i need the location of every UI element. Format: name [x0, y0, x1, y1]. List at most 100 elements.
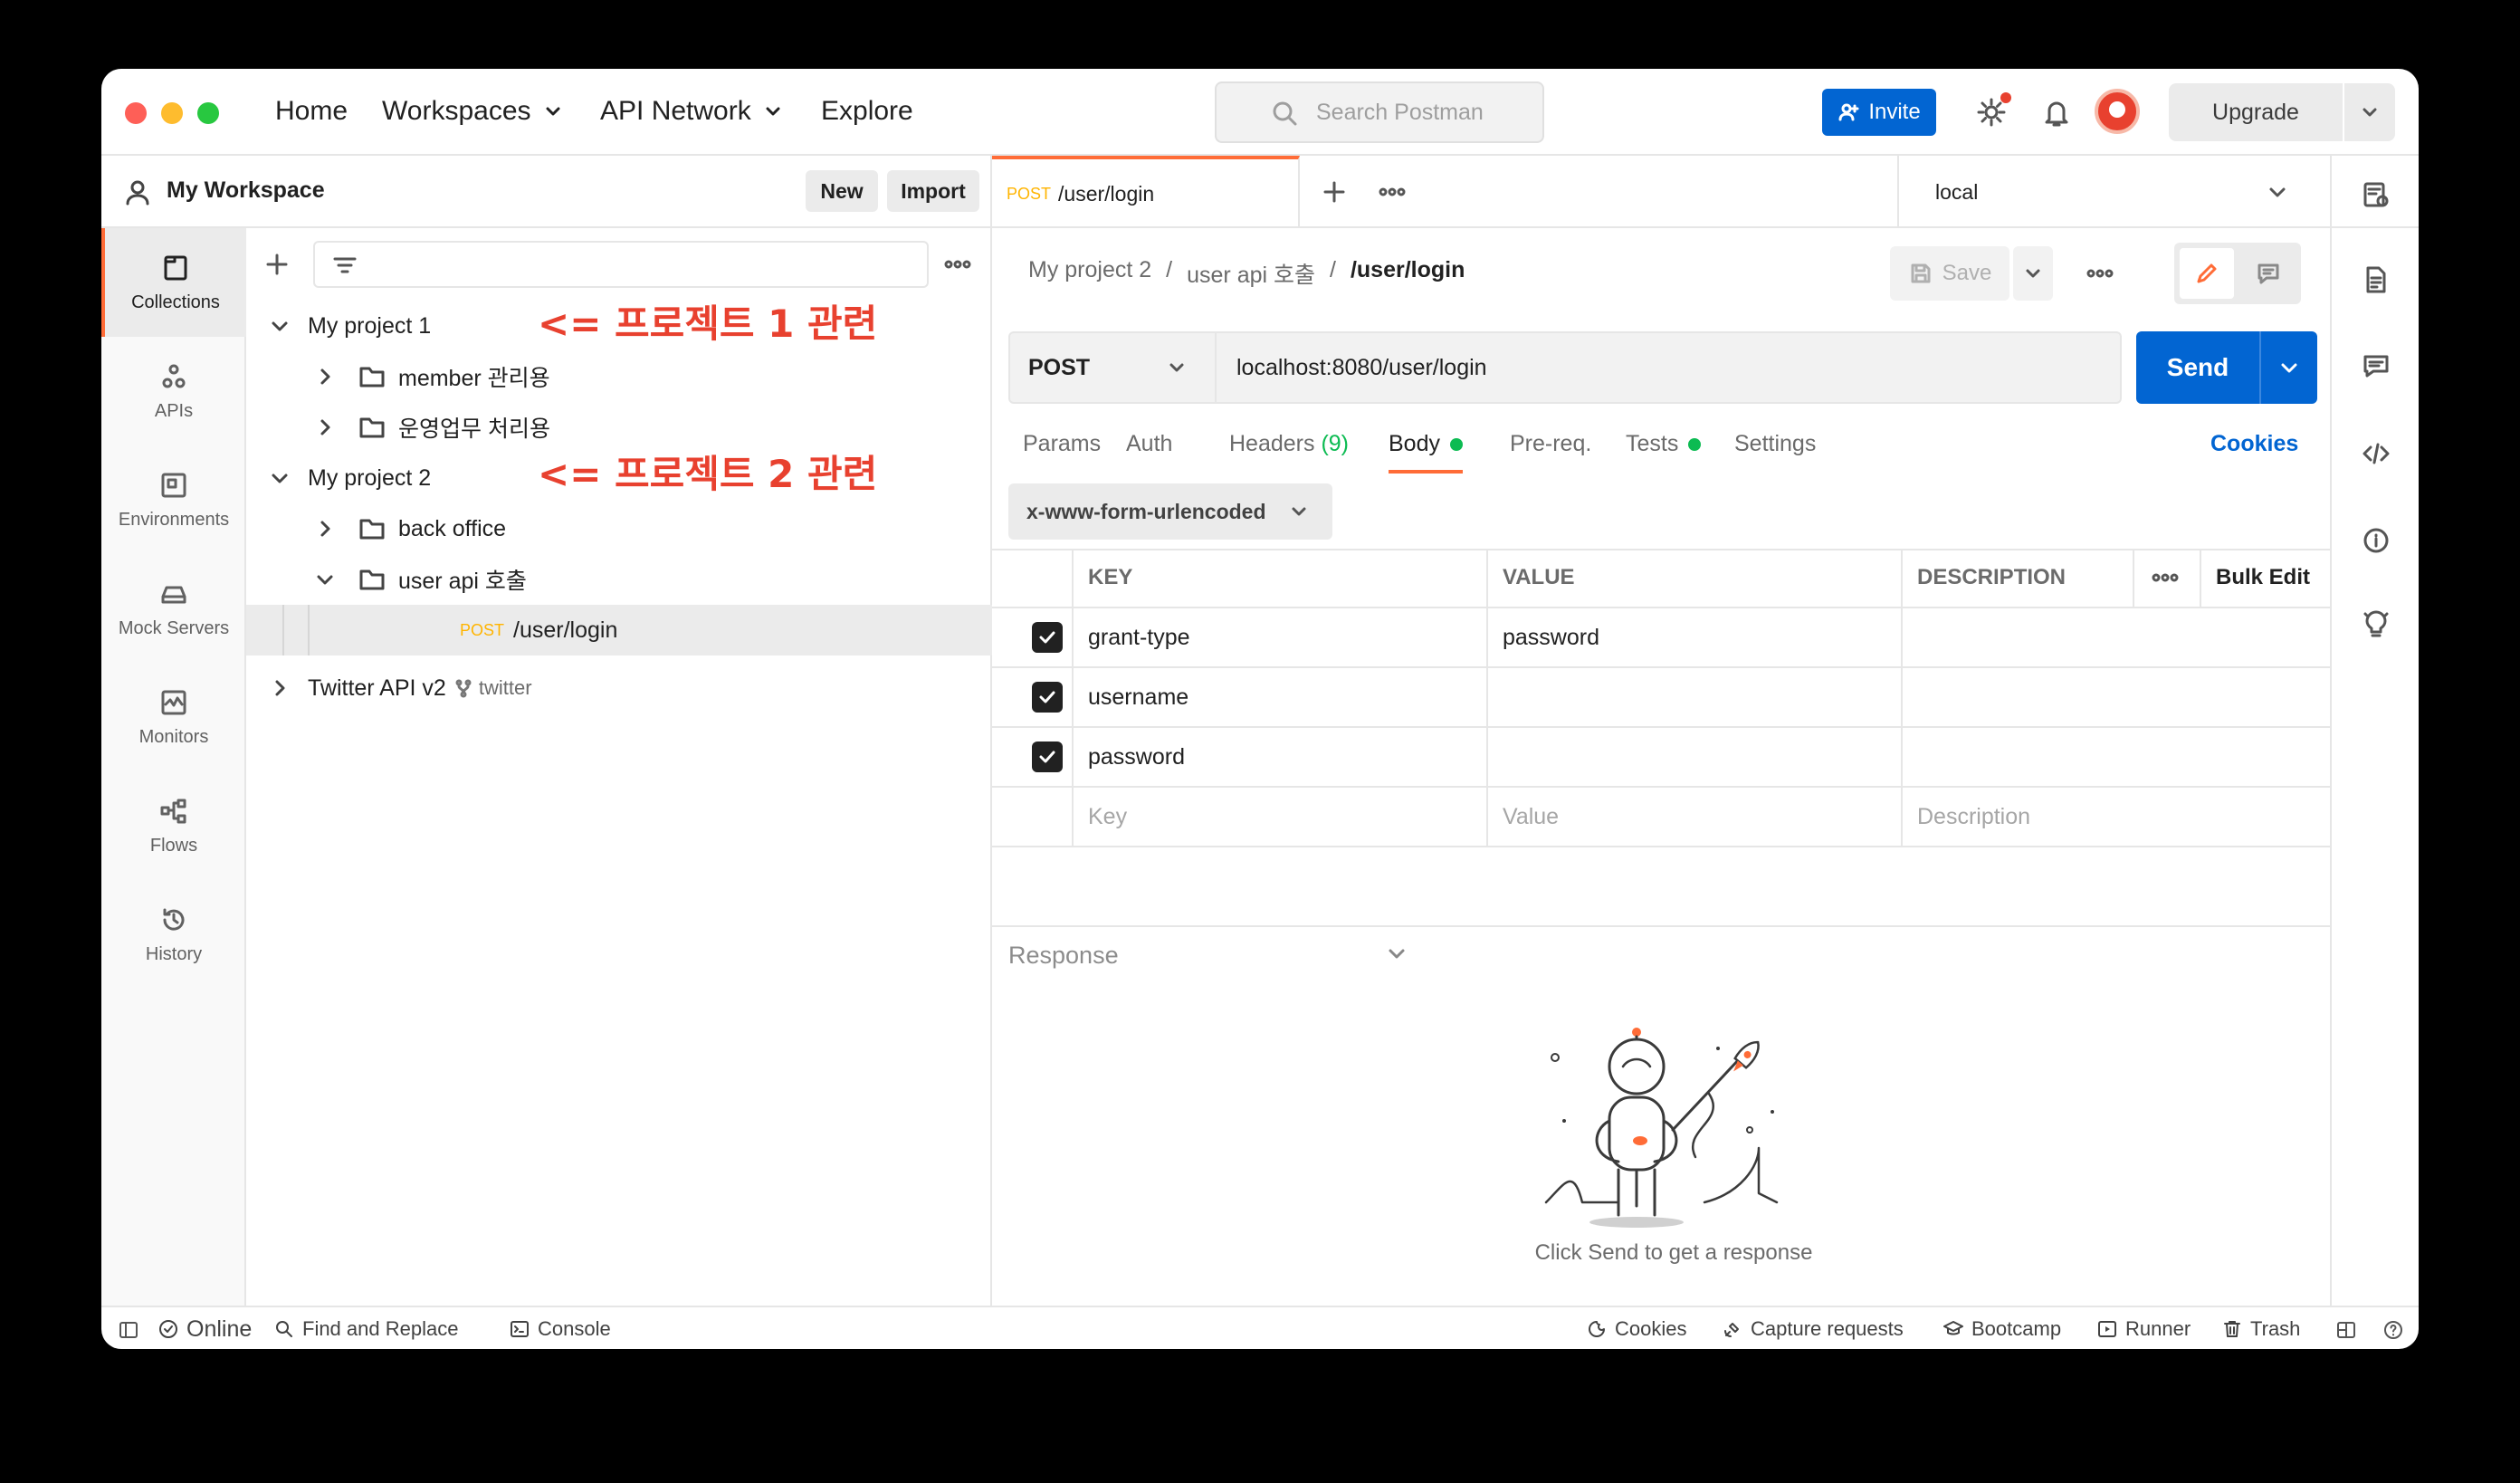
more-options-icon[interactable]	[1378, 179, 1407, 205]
tab-pre-request[interactable]: Pre-req.	[1510, 431, 1591, 457]
minimize-window-button[interactable]	[161, 102, 183, 124]
plus-icon[interactable]	[1322, 179, 1347, 205]
find-and-replace-button[interactable]: Find and Replace	[273, 1307, 458, 1349]
tab-params[interactable]: Params	[1023, 431, 1101, 457]
checkbox-checked	[1032, 742, 1063, 772]
rail-flows[interactable]: Flows	[101, 771, 246, 880]
help-icon[interactable]	[2382, 1319, 2404, 1341]
value-cell[interactable]	[1488, 668, 1903, 728]
environment-selector[interactable]: local	[1897, 156, 2330, 228]
rail-mock-servers[interactable]: Mock Servers	[101, 554, 246, 663]
search-input[interactable]: Search Postman	[1215, 81, 1544, 143]
avatar[interactable]	[2095, 89, 2140, 134]
request-row-user-login[interactable]: POST /user/login	[246, 605, 992, 655]
new-description-input[interactable]: Description	[1903, 788, 2330, 847]
info-icon[interactable]	[2361, 525, 2391, 556]
body-type-select[interactable]: x-www-form-urlencoded	[1008, 483, 1332, 540]
top-bar: Home Workspaces API Network Explore Sear…	[101, 69, 2419, 156]
comment-icon	[2258, 263, 2279, 284]
rail-monitors[interactable]: Monitors	[101, 663, 246, 771]
bell-icon[interactable]	[2038, 94, 2075, 130]
value-cell[interactable]	[1488, 728, 1903, 788]
runner-button[interactable]: Runner	[2096, 1307, 2191, 1349]
breadcrumb-collection[interactable]: My project 2	[1028, 257, 1151, 290]
request-tab[interactable]: POST /user/login	[992, 156, 1300, 228]
cookies-status-button[interactable]: Cookies	[1586, 1307, 1686, 1349]
row-checkbox[interactable]	[992, 728, 1074, 788]
rail-apis[interactable]: APIs	[101, 337, 246, 445]
breadcrumb-folder[interactable]: user api 호출	[1187, 257, 1315, 290]
tab-auth[interactable]: Auth	[1126, 431, 1172, 457]
tab-body-label: Body	[1389, 431, 1440, 456]
send-button[interactable]: Send	[2136, 331, 2317, 404]
row-checkbox[interactable]	[992, 668, 1074, 728]
tab-body[interactable]: Body	[1389, 431, 1463, 474]
save-dropdown-button[interactable]	[2013, 246, 2053, 301]
tab-headers[interactable]: Headers (9)	[1229, 431, 1349, 457]
chevron-down-icon[interactable]	[2279, 358, 2299, 378]
trash-button[interactable]: Trash	[2221, 1307, 2300, 1349]
environment-quick-look-icon[interactable]	[2361, 179, 2391, 210]
row-checkbox[interactable]	[992, 608, 1074, 668]
cookies-link[interactable]: Cookies	[2210, 431, 2298, 457]
collection-name: Twitter API v2	[308, 675, 446, 701]
chevron-down-icon[interactable]	[2361, 103, 2379, 121]
chevron-down-icon[interactable]	[1387, 943, 1407, 963]
edit-view-button[interactable]	[2180, 248, 2234, 299]
lightbulb-icon[interactable]	[2361, 608, 2391, 639]
code-icon[interactable]	[2361, 438, 2391, 469]
key-cell[interactable]: grant-type	[1074, 608, 1488, 668]
collection-row-twitter[interactable]: Twitter API v2 twitter	[246, 663, 992, 713]
filter-input[interactable]	[313, 241, 929, 288]
key-cell[interactable]: password	[1074, 728, 1488, 788]
method-select[interactable]: POST	[1008, 331, 1217, 404]
invite-button[interactable]: Invite	[1822, 89, 1936, 136]
two-pane-view-icon[interactable]	[2335, 1319, 2357, 1341]
description-cell[interactable]	[1903, 608, 2330, 668]
close-window-button[interactable]	[125, 102, 147, 124]
bulk-edit-button[interactable]: Bulk Edit	[2201, 549, 2330, 608]
sidebar-toggle-icon[interactable]	[118, 1319, 139, 1341]
upgrade-button[interactable]: Upgrade	[2169, 83, 2395, 141]
nav-explore[interactable]: Explore	[821, 96, 913, 127]
more-options-icon[interactable]	[2086, 261, 2114, 286]
folder-row-member[interactable]: member 관리용	[246, 351, 992, 402]
save-button[interactable]: Save	[1890, 246, 2009, 301]
rail-history[interactable]: History	[101, 880, 246, 989]
capture-requests-button[interactable]: Capture requests	[1722, 1307, 1904, 1349]
description-cell[interactable]	[1903, 728, 2330, 788]
more-options-icon[interactable]	[943, 252, 972, 277]
table-header-value: VALUE	[1488, 549, 1903, 608]
maximize-window-button[interactable]	[197, 102, 219, 124]
new-button[interactable]: New	[806, 170, 878, 212]
folder-row-user-api[interactable]: user api 호출	[246, 554, 992, 605]
rail-environments[interactable]: Environments	[101, 445, 246, 554]
import-button[interactable]: Import	[887, 170, 979, 212]
key-cell[interactable]: username	[1074, 668, 1488, 728]
comments-view-button[interactable]	[2241, 248, 2296, 299]
nav-home[interactable]: Home	[275, 96, 348, 127]
table-more-options[interactable]	[2134, 549, 2201, 608]
comments-icon[interactable]	[2361, 351, 2391, 382]
online-status[interactable]: Online	[158, 1307, 252, 1349]
plus-icon[interactable]	[264, 252, 290, 277]
description-cell[interactable]	[1903, 668, 2330, 728]
nav-workspaces[interactable]: Workspaces	[382, 96, 562, 127]
documentation-icon[interactable]	[2361, 264, 2391, 295]
settings-notification-dot	[2000, 92, 2011, 103]
fork-icon	[455, 679, 472, 698]
view-toggle	[2174, 243, 2301, 304]
tab-tests[interactable]: Tests	[1626, 431, 1702, 457]
value-cell[interactable]: password	[1488, 608, 1903, 668]
nav-api-network[interactable]: API Network	[600, 96, 782, 127]
console-button[interactable]: Console	[509, 1307, 611, 1349]
bootcamp-button[interactable]: Bootcamp	[1942, 1307, 2061, 1349]
response-title: Response	[1008, 942, 1119, 969]
new-key-input[interactable]: Key	[1074, 788, 1488, 847]
workspace-name[interactable]: My Workspace	[167, 177, 325, 204]
folder-row-back-office[interactable]: back office	[246, 503, 992, 554]
url-input[interactable]: localhost:8080/user/login	[1217, 331, 2122, 404]
new-value-input[interactable]: Value	[1488, 788, 1903, 847]
tab-settings[interactable]: Settings	[1734, 431, 1816, 457]
rail-collections[interactable]: Collections	[101, 228, 246, 337]
